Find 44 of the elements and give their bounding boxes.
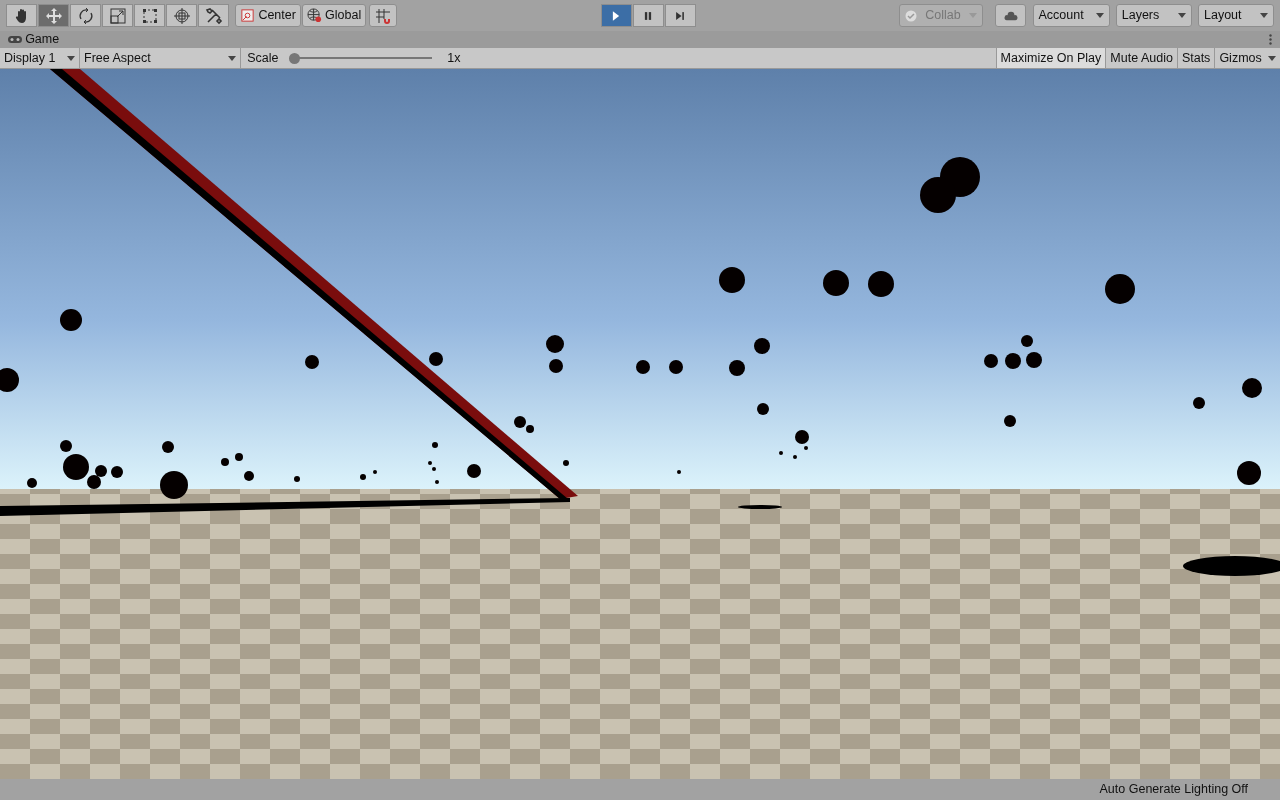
rect-tool-icon	[140, 6, 159, 25]
more-options-icon	[1269, 34, 1272, 45]
pause-button[interactable]	[632, 4, 664, 27]
snap-button[interactable]	[369, 4, 398, 27]
toolbar-dropdown[interactable]: Layout	[1198, 4, 1274, 27]
scale-label: Scale	[247, 49, 279, 67]
tool-button[interactable]	[6, 4, 37, 27]
rotate-arrows-icon	[76, 6, 95, 25]
caret-icon	[1177, 13, 1186, 18]
gamepad-icon	[8, 36, 22, 43]
tool-button[interactable]	[134, 4, 165, 27]
globe-icon	[306, 8, 322, 23]
game-tab[interactable]: Game	[8, 30, 60, 49]
caret-icon	[228, 55, 236, 61]
status-text: Auto Generate Lighting Off	[1099, 780, 1248, 798]
tool-button[interactable]	[70, 4, 101, 27]
move-arrows-icon	[44, 6, 63, 25]
caret-icon	[1095, 13, 1104, 18]
tool-button[interactable]	[198, 4, 229, 27]
step-button[interactable]	[664, 4, 696, 27]
aspect-dropdown[interactable]: Free Aspect	[80, 48, 241, 68]
display-dropdown[interactable]: Display 1	[0, 48, 80, 68]
tool-button[interactable]	[102, 4, 133, 27]
cloud-icon	[1003, 9, 1018, 22]
caret-icon	[1260, 13, 1268, 18]
tool-button[interactable]	[166, 4, 197, 27]
toolbar-dropdown[interactable]: Layers	[1115, 4, 1192, 27]
pivot-button[interactable]: Center	[235, 4, 301, 27]
tool-button[interactable]	[38, 4, 69, 27]
tools-icon	[204, 6, 223, 25]
caret-icon	[1268, 55, 1276, 61]
scale-reading: 1x	[447, 49, 461, 67]
caret-icon	[67, 55, 75, 61]
pivot-icon	[240, 8, 256, 23]
toggle-button[interactable]: Maximize On Play	[995, 48, 1106, 68]
slider-thumb[interactable]	[288, 52, 300, 64]
check-icon	[905, 9, 918, 22]
scale-icon	[108, 6, 127, 25]
transform-icon	[172, 6, 191, 25]
toolbar-dropdown[interactable]: Account	[1032, 4, 1110, 27]
cloud-button[interactable]	[995, 4, 1027, 27]
play-button[interactable]	[600, 4, 632, 27]
grid-magnet-icon	[375, 7, 392, 24]
pivot-button[interactable]: Global	[301, 4, 367, 27]
